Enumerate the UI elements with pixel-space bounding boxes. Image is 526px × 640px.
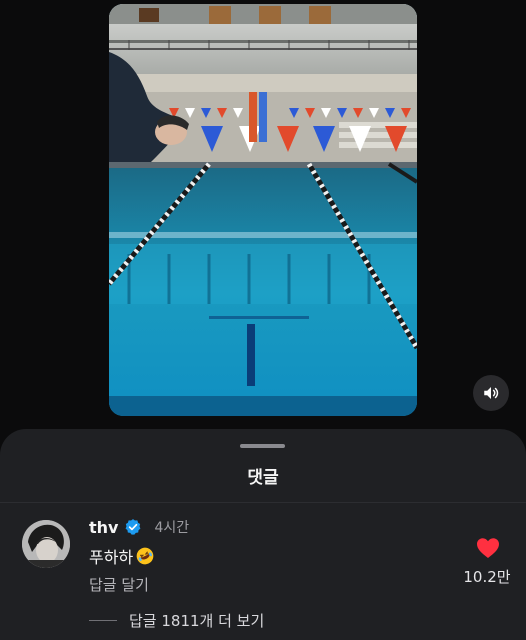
- comment-header: thv 4시간: [89, 517, 189, 537]
- sheet-title: 댓글: [247, 468, 279, 488]
- sheet-grabber-handle[interactable]: [240, 444, 285, 448]
- heart-icon[interactable]: [476, 537, 500, 559]
- comment-timestamp: 4시간: [154, 520, 190, 536]
- comments-sheet: 댓글 thv 4시간 푸하하 답글 달기 10.2만 답글 1811개 더 보기: [0, 429, 526, 640]
- sheet-divider: [0, 502, 526, 503]
- more-replies-divider: [89, 620, 117, 621]
- volume-button[interactable]: [473, 375, 509, 411]
- comment-text: 푸하하: [89, 548, 134, 567]
- view-more-replies-button[interactable]: 답글 1811개 더 보기: [89, 610, 264, 631]
- comment-body: 푸하하: [89, 544, 155, 568]
- avatar[interactable]: [22, 520, 70, 568]
- avatar-image: [22, 520, 70, 568]
- more-replies-label: 답글 1811개 더 보기: [129, 612, 265, 630]
- username[interactable]: thv: [89, 518, 118, 537]
- speaker-volume-icon: [484, 387, 499, 399]
- video-player[interactable]: [109, 4, 417, 416]
- reply-button[interactable]: 답글 달기: [89, 574, 149, 595]
- like-count: 10.2만: [463, 568, 511, 586]
- rolling-on-floor-laughing-emoji-icon: [136, 547, 154, 565]
- video-frame: [109, 4, 417, 416]
- verified-badge-icon: [126, 519, 141, 535]
